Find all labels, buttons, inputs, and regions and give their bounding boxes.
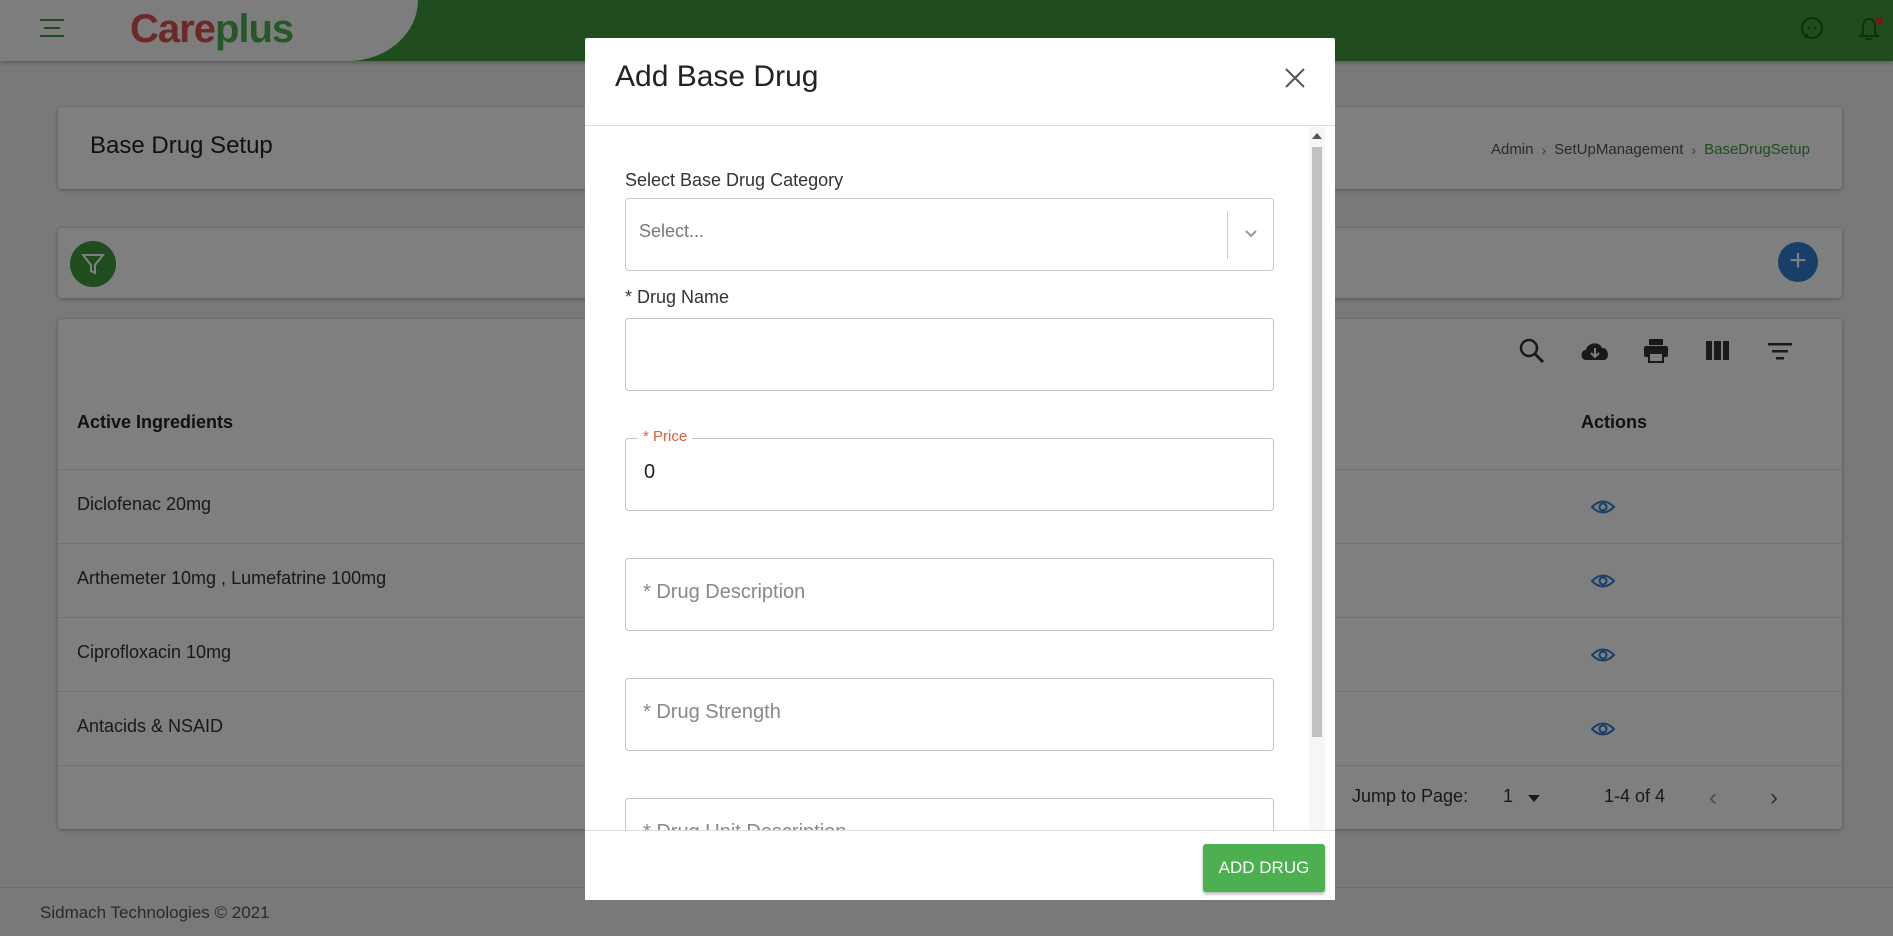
select-divider	[1227, 211, 1228, 259]
category-placeholder: Select...	[639, 221, 705, 241]
close-icon[interactable]	[1283, 66, 1307, 90]
add-drug-button[interactable]: ADD DRUG	[1203, 844, 1325, 892]
drug-strength-placeholder: * Drug Strength	[643, 701, 781, 723]
drug-description-input[interactable]: * Drug Description	[625, 558, 1274, 631]
price-label: * Price	[638, 428, 693, 445]
modal-body: Select Base Drug Category Select... * Dr…	[585, 127, 1335, 868]
modal-title: Add Base Drug	[615, 60, 819, 93]
drug-description-placeholder: * Drug Description	[643, 581, 806, 603]
drug-name-input[interactable]	[625, 318, 1274, 391]
modal-scrollbar[interactable]	[1309, 127, 1325, 868]
price-value: 0	[644, 461, 656, 483]
scroll-up-icon[interactable]	[1312, 133, 1322, 139]
drug-name-label: * Drug Name	[625, 287, 730, 307]
chevron-down-icon[interactable]	[1243, 225, 1259, 241]
modal-header: Add Base Drug	[585, 38, 1335, 126]
scrollbar-thumb[interactable]	[1312, 147, 1322, 737]
price-input[interactable]: * Price 0	[625, 428, 1274, 511]
category-label: Select Base Drug Category	[625, 170, 844, 190]
modal-footer: ADD DRUG	[585, 830, 1335, 900]
drug-strength-input[interactable]: * Drug Strength	[625, 678, 1274, 751]
base-drug-category-select[interactable]: Select...	[625, 198, 1274, 271]
add-base-drug-modal: Add Base Drug Select Base Drug Category …	[585, 38, 1335, 900]
